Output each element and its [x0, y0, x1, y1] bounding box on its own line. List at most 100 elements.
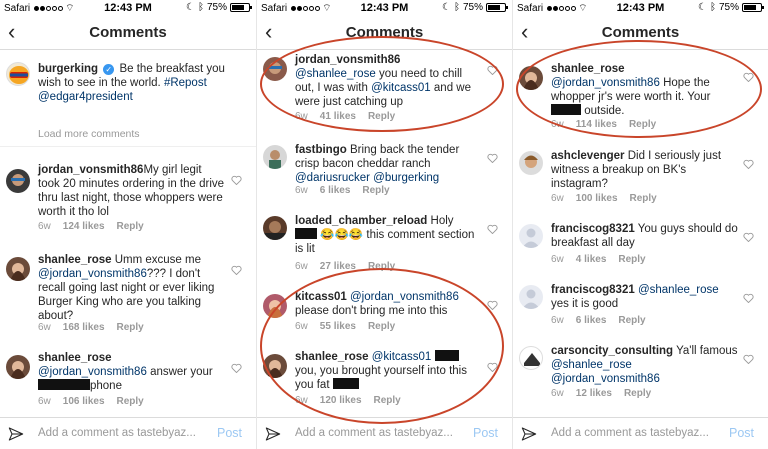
comment-mention[interactable]: @kitcass01: [371, 82, 431, 94]
fastbingo-avatar[interactable]: [263, 145, 287, 169]
comment-likes[interactable]: 27 likes: [320, 261, 356, 272]
comment-mention[interactable]: @burgerking: [373, 172, 439, 184]
default-avatar[interactable]: [519, 224, 543, 248]
loaded-chamber-avatar-image: [263, 221, 287, 240]
comment-username[interactable]: fastbingo: [295, 144, 347, 156]
shanlee-avatar[interactable]: [263, 354, 287, 378]
comment-mention[interactable]: @kitcass01: [372, 351, 432, 363]
comment-age: 6w: [551, 254, 564, 265]
comment-likes[interactable]: 114 likes: [576, 119, 617, 130]
comment-mention[interactable]: @jordan_vonsmith86: [551, 77, 660, 89]
burgerking-avatar[interactable]: [6, 62, 30, 86]
comment-username[interactable]: kitcass01: [295, 291, 347, 303]
comment-input[interactable]: Add a comment as tastebyaz...: [551, 427, 711, 439]
comment-username[interactable]: carsoncity_consulting: [551, 345, 673, 357]
comment-mention[interactable]: @dariusrucker: [295, 172, 370, 184]
reply-button[interactable]: Reply: [629, 119, 656, 130]
like-heart-icon[interactable]: [487, 65, 498, 75]
shanlee-avatar[interactable]: [519, 66, 543, 90]
like-heart-icon[interactable]: [743, 293, 754, 303]
comment-username[interactable]: shanlee_rose: [295, 351, 369, 363]
default-avatar[interactable]: [519, 285, 543, 309]
comment-username[interactable]: shanlee_rose: [38, 254, 112, 266]
kitcass-avatar[interactable]: [263, 294, 287, 318]
send-direct-icon[interactable]: [265, 426, 281, 442]
comment-username[interactable]: jordan_vonsmith86: [38, 164, 143, 176]
load-more-comments-link[interactable]: Load more comments: [38, 128, 140, 140]
like-heart-icon[interactable]: [231, 175, 242, 185]
comment-username[interactable]: jordan_vonsmith86: [295, 54, 400, 66]
comment-likes[interactable]: 100 likes: [576, 193, 618, 204]
post-button[interactable]: Post: [473, 426, 498, 440]
caption-username[interactable]: burgerking: [38, 63, 98, 75]
like-heart-icon[interactable]: [487, 300, 498, 310]
reply-button[interactable]: Reply: [630, 193, 657, 204]
shanlee-avatar-image: [267, 360, 283, 378]
comment-likes[interactable]: 4 likes: [576, 254, 607, 265]
comment-mention[interactable]: @shanlee_rose: [551, 359, 632, 371]
reply-button[interactable]: Reply: [374, 395, 401, 406]
comment-username[interactable]: loaded_chamber_reload: [295, 215, 427, 227]
send-direct-icon[interactable]: [8, 426, 24, 442]
comment-mention[interactable]: @jordan_vonsmith86: [551, 373, 660, 385]
like-heart-icon[interactable]: [487, 153, 498, 163]
comment-username[interactable]: ashclevenger: [551, 150, 625, 162]
comment-mention[interactable]: @shanlee_rose: [295, 68, 376, 80]
jordan-avatar[interactable]: [263, 57, 287, 81]
reply-button[interactable]: Reply: [117, 322, 144, 333]
comment-likes[interactable]: 55 likes: [320, 321, 356, 332]
comment-input[interactable]: Add a comment as tastebyaz...: [38, 427, 198, 439]
reply-button[interactable]: Reply: [362, 185, 389, 196]
comment-likes[interactable]: 6 likes: [320, 185, 351, 196]
comment-username[interactable]: franciscog8321: [551, 284, 635, 296]
loaded-chamber-avatar[interactable]: [263, 216, 287, 240]
comment-likes[interactable]: 41 likes: [320, 111, 356, 122]
moon-icon: ☾: [186, 2, 195, 13]
like-heart-icon[interactable]: [743, 72, 754, 82]
reply-button[interactable]: Reply: [368, 261, 395, 272]
shanlee-avatar-image: [10, 361, 26, 379]
jordan-avatar[interactable]: [6, 169, 30, 193]
comment-likes[interactable]: 6 likes: [576, 315, 607, 326]
caption-hashtag[interactable]: #Repost: [164, 77, 207, 89]
comment-likes[interactable]: 120 likes: [320, 395, 362, 406]
carsoncity-avatar[interactable]: [519, 346, 543, 370]
kitcass-avatar-image: [267, 300, 283, 318]
shanlee-avatar[interactable]: [6, 257, 30, 281]
reply-button[interactable]: Reply: [117, 396, 144, 407]
comment-mention[interactable]: @shanlee_rose: [638, 284, 719, 296]
like-heart-icon[interactable]: [743, 354, 754, 364]
ashclevenger-avatar[interactable]: [519, 151, 543, 175]
reply-button[interactable]: Reply: [618, 254, 645, 265]
battery-icon: [230, 3, 252, 12]
send-direct-icon[interactable]: [521, 426, 537, 442]
comment-likes[interactable]: 12 likes: [576, 388, 612, 399]
battery-percent: 75%: [206, 2, 227, 13]
comment-likes[interactable]: 124 likes: [63, 221, 105, 232]
comment-likes[interactable]: 106 likes: [63, 396, 105, 407]
post-button[interactable]: Post: [729, 426, 754, 440]
comment-input[interactable]: Add a comment as tastebyaz...: [295, 427, 455, 439]
like-heart-icon[interactable]: [487, 362, 498, 372]
caption-mention[interactable]: @edgar4president: [38, 91, 133, 103]
comment-mention[interactable]: @jordan_vonsmith86: [350, 291, 459, 303]
comment-mention[interactable]: @jordan_vonsmith86: [38, 268, 147, 280]
comment-username[interactable]: franciscog8321: [551, 223, 635, 235]
like-heart-icon[interactable]: [231, 363, 242, 373]
post-button[interactable]: Post: [217, 426, 242, 440]
shanlee-avatar[interactable]: [6, 355, 30, 379]
like-heart-icon[interactable]: [743, 232, 754, 242]
comment-mention[interactable]: @jordan_vonsmith86: [38, 366, 147, 378]
like-heart-icon[interactable]: [487, 224, 498, 234]
comment-username[interactable]: shanlee_rose: [38, 352, 112, 364]
reply-button[interactable]: Reply: [624, 388, 651, 399]
comment-username[interactable]: shanlee_rose: [551, 63, 625, 75]
reply-button[interactable]: Reply: [368, 111, 395, 122]
reply-button[interactable]: Reply: [368, 321, 395, 332]
reply-button[interactable]: Reply: [117, 221, 144, 232]
like-heart-icon[interactable]: [231, 265, 242, 275]
comment-likes[interactable]: 168 likes: [63, 322, 105, 333]
like-heart-icon[interactable]: [743, 159, 754, 169]
reply-button[interactable]: Reply: [618, 315, 645, 326]
ashclevenger-avatar-image: [524, 155, 538, 168]
